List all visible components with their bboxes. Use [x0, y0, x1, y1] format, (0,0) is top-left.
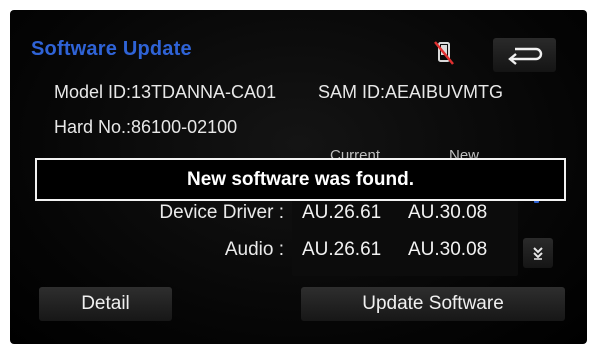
audio-label: Audio : — [224, 239, 284, 260]
device-driver-new-version: AU.30.08 — [408, 202, 488, 223]
new-software-notification: New software was found. — [35, 158, 566, 201]
device-driver-current-version: AU.26.61 — [302, 202, 382, 223]
head-unit-screen: Software Update Model ID:13TDANNA-CA01 S… — [10, 10, 587, 344]
device-driver-label: Device Driver : — [159, 202, 284, 223]
sam-id-text: SAM ID:AEAIBUVMTG — [318, 82, 504, 102]
model-id-text: Model ID:13TDANNA-CA01 — [54, 82, 277, 102]
scroll-down-button[interactable] — [523, 238, 553, 268]
detail-button[interactable]: Detail — [39, 287, 172, 321]
scroll-down-icon — [533, 247, 543, 260]
detail-button-label: Detail — [81, 293, 130, 314]
hard-no-text: Hard No.:86100-02100 — [54, 117, 238, 137]
audio-new-version: AU.30.08 — [408, 239, 488, 260]
page-title: Software Update — [31, 38, 192, 60]
device-bezel: Software Update Model ID:13TDANNA-CA01 S… — [0, 0, 597, 354]
audio-current-version: AU.26.61 — [302, 239, 382, 260]
back-button[interactable] — [493, 38, 556, 72]
update-software-button-label: Update Software — [362, 293, 504, 314]
notification-message: New software was found. — [187, 168, 414, 190]
update-software-button[interactable]: Update Software — [301, 287, 565, 321]
back-arrow-icon — [507, 47, 542, 65]
phone-disconnected-icon — [432, 40, 456, 66]
